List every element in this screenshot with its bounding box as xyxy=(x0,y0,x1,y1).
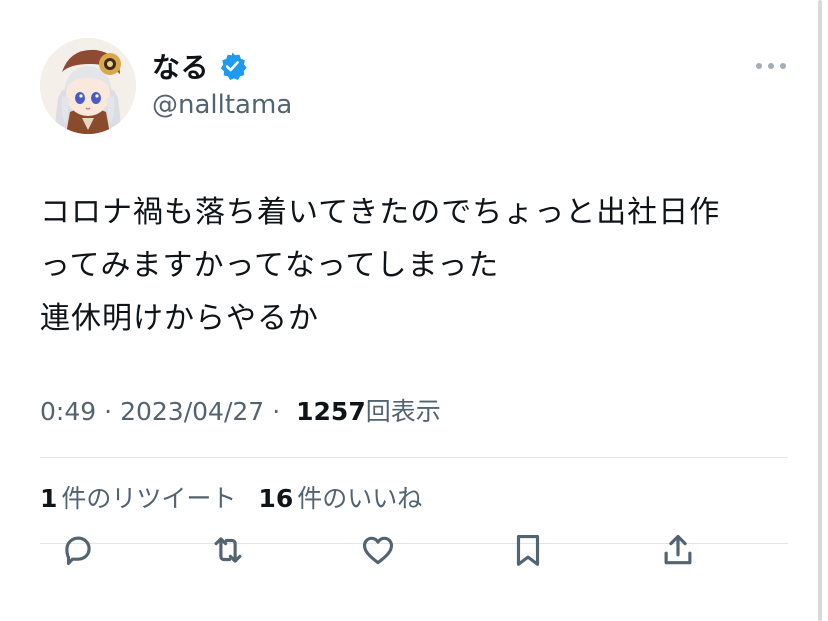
more-options-icon[interactable] xyxy=(756,60,786,72)
user-names: なる @nalltama xyxy=(152,48,292,120)
retweet-icon xyxy=(214,537,242,563)
user-handle[interactable]: @nalltama xyxy=(152,90,292,120)
tweet: なる @nalltama コロナ禍も落ち着いてきたのでちょっと出社日作 ってみま… xyxy=(40,38,788,544)
tweet-stats: 1 件のリツイート 16 件のいいね xyxy=(40,479,422,515)
views-label: 回表示 xyxy=(365,397,441,426)
tweet-meta: 0:49 · 2023/04/27 · 1257 回表示 xyxy=(40,392,441,428)
reply-icon xyxy=(65,536,91,566)
meta-separator: · xyxy=(104,397,113,426)
divider xyxy=(40,457,788,458)
display-name[interactable]: なる xyxy=(152,46,209,86)
tweet-time[interactable]: 0:49 xyxy=(40,397,96,426)
heart-icon xyxy=(362,536,394,565)
avatar[interactable] xyxy=(40,38,136,134)
reply-button[interactable] xyxy=(56,528,100,572)
verified-badge-icon xyxy=(217,51,247,81)
likes-count: 16 xyxy=(258,484,294,513)
like-button[interactable] xyxy=(356,528,400,572)
bookmark-icon xyxy=(516,534,540,566)
views-count: 1257 xyxy=(296,397,366,426)
meta-separator: · xyxy=(272,397,281,426)
retweets-label: 件のリツイート xyxy=(61,484,237,513)
retweet-button[interactable] xyxy=(206,528,250,572)
action-bar xyxy=(56,528,700,572)
tweet-text: コロナ禍も落ち着いてきたのでちょっと出社日作 ってみますかってなってしまった 連… xyxy=(40,195,721,336)
retweets-stat[interactable]: 1 件のリツイート xyxy=(40,479,236,515)
tweet-header: なる @nalltama xyxy=(40,38,788,138)
likes-stat[interactable]: 16 件のいいね xyxy=(258,479,422,515)
retweets-count: 1 xyxy=(40,484,58,513)
tweet-date[interactable]: 2023/04/27 xyxy=(120,397,264,426)
scrollbar[interactable] xyxy=(818,0,822,621)
bookmark-button[interactable] xyxy=(506,528,550,572)
share-icon xyxy=(664,534,692,565)
likes-label: 件のいいね xyxy=(297,484,423,513)
share-button[interactable] xyxy=(656,528,700,572)
